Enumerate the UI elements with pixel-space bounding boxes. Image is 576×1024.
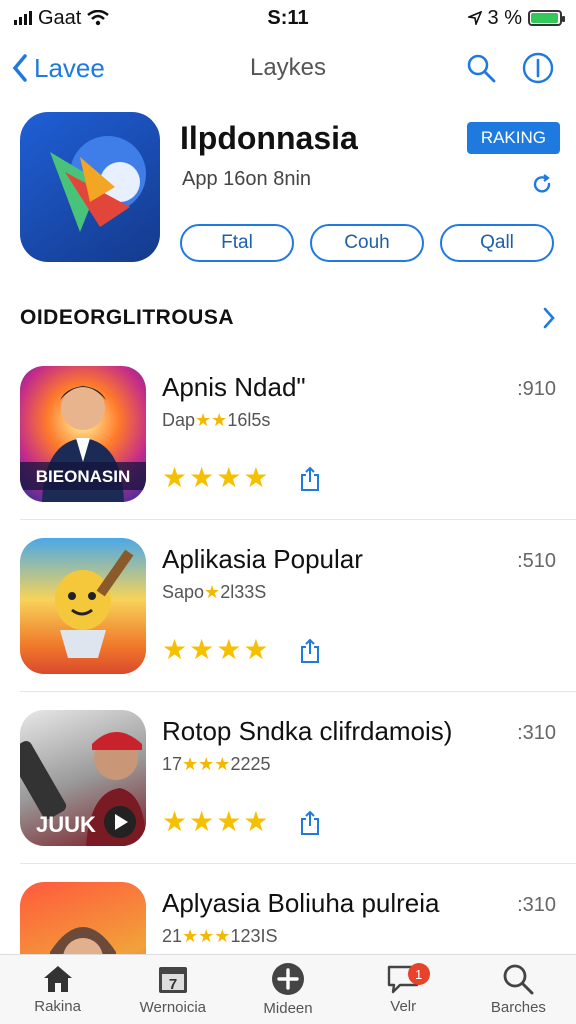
tab-rakina[interactable]: Rakina <box>0 955 115 1024</box>
app-meta: Dap★★16l5s <box>162 410 271 430</box>
star-icon: ★ <box>216 806 242 837</box>
refresh-icon[interactable] <box>530 172 554 201</box>
back-label: Lavee <box>34 52 105 83</box>
tab-mideen[interactable]: Mideen <box>230 955 345 1024</box>
app-icon-text: BIEONASIN <box>36 467 130 486</box>
tab-label: Velr <box>390 998 417 1015</box>
ranking-badge[interactable]: RAKING <box>466 122 560 154</box>
list-item[interactable]: Aplikasia Popular Sapo★2l33S :510 ★ ★ ★ ★ <box>20 520 576 692</box>
app-icon[interactable]: JUUK <box>20 710 146 846</box>
pill-button-1[interactable]: Ftal <box>180 224 294 262</box>
notification-badge: 1 <box>407 963 430 985</box>
share-icon[interactable] <box>300 466 320 497</box>
star-icon: ★ <box>243 462 269 493</box>
section-title: OIDEORGLITROUSA <box>20 306 235 329</box>
status-time: S:11 <box>267 6 309 29</box>
signal-icon <box>14 11 32 25</box>
share-icon[interactable] <box>300 638 320 669</box>
app-price[interactable]: :510 <box>517 550 556 573</box>
app-name: Apnis Ndad" <box>162 372 306 402</box>
wifi-icon <box>87 10 110 26</box>
app-meta: Sapo★2l33S <box>162 582 267 602</box>
star-icon: ★ <box>243 634 269 665</box>
star-icon: ★ <box>243 806 269 837</box>
tab-barches[interactable]: Barches <box>461 955 576 1024</box>
tab-label: Rakina <box>34 998 81 1015</box>
battery-icon <box>528 10 565 26</box>
star-rating: ★ ★ ★ ★ <box>162 636 268 664</box>
app-icon[interactable]: BIEONASIN <box>20 366 146 502</box>
star-icon: ★ <box>216 634 242 665</box>
chevron-left-icon <box>12 54 27 82</box>
star-icon: ★ <box>216 462 242 493</box>
app-name: Rotop Sndka clifrdamois) <box>162 716 453 746</box>
tab-label: Mideen <box>263 1000 313 1017</box>
search-icon <box>504 964 534 995</box>
share-icon[interactable] <box>300 810 320 841</box>
tab-label: Barches <box>490 999 546 1016</box>
tab-label: Wernoicia <box>139 999 207 1016</box>
list-item[interactable]: BIEONASIN Apnis Ndad" Dap★★16l5s :910 ★ ★… <box>20 348 576 520</box>
star-icon: ★ <box>189 462 215 493</box>
star-rating: ★ ★ ★ ★ <box>162 808 268 836</box>
app-name: Aplyasia Boliuha pulreia <box>162 888 440 918</box>
star-icon: ★ <box>189 634 215 665</box>
featured-app-name: Ilpdonnasia <box>180 120 358 156</box>
app-meta: 21★★★123IS <box>162 926 278 946</box>
pill-button-2[interactable]: Couh <box>310 224 424 262</box>
app-icon[interactable] <box>20 538 146 674</box>
app-icon-text: JUUK <box>36 812 96 837</box>
star-icon: ★ <box>162 806 188 837</box>
tab-wernoicia[interactable]: 7 Wernoicia <box>115 955 230 1024</box>
featured-app-icon[interactable] <box>20 112 160 262</box>
tab-velr[interactable]: 1 Velr <box>346 955 461 1024</box>
search-icon[interactable] <box>466 53 496 83</box>
back-button[interactable]: Lavee <box>12 53 105 84</box>
svg-text:7: 7 <box>169 976 177 993</box>
chevron-right-icon[interactable] <box>542 307 556 329</box>
star-icon: ★ <box>162 634 188 665</box>
location-icon <box>467 11 482 25</box>
app-price[interactable]: :310 <box>517 722 556 745</box>
calendar-icon: 7 <box>158 967 187 993</box>
app-price[interactable]: :310 <box>517 894 556 917</box>
app-list: BIEONASIN Apnis Ndad" Dap★★16l5s :910 ★ ★… <box>0 348 576 1024</box>
app-name: Aplikasia Popular <box>162 544 363 574</box>
navigation-bar: Lavee Laykes <box>0 42 576 94</box>
list-item[interactable]: JUUK Rotop Sndka clifrdamois) 17★★★2225 … <box>20 692 576 864</box>
featured-app-subtitle: App 16on 8nin <box>182 168 312 190</box>
app-meta: 17★★★2225 <box>162 754 271 774</box>
home-icon <box>43 966 72 992</box>
star-icon: ★ <box>189 806 215 837</box>
star-rating: ★ ★ ★ ★ <box>162 464 268 492</box>
carrier-label: Gaat <box>38 6 82 29</box>
section-header[interactable]: OIDEORGLITROUSA <box>20 300 556 336</box>
plus-circle-icon <box>272 963 304 995</box>
tab-bar: Rakina 7 Wernoicia Mideen 1 Velr Barches <box>0 954 576 1024</box>
featured-app: Ilpdonnasia App 16on 8nin RAKING Ftal Co… <box>20 112 560 272</box>
battery-percent: 3 % <box>487 6 522 29</box>
app-price[interactable]: :910 <box>517 378 556 401</box>
status-bar: Gaat S:11 3 % <box>0 0 576 36</box>
star-icon: ★ <box>162 462 188 493</box>
info-icon[interactable] <box>522 52 554 84</box>
pill-button-3[interactable]: Qall <box>440 224 554 262</box>
